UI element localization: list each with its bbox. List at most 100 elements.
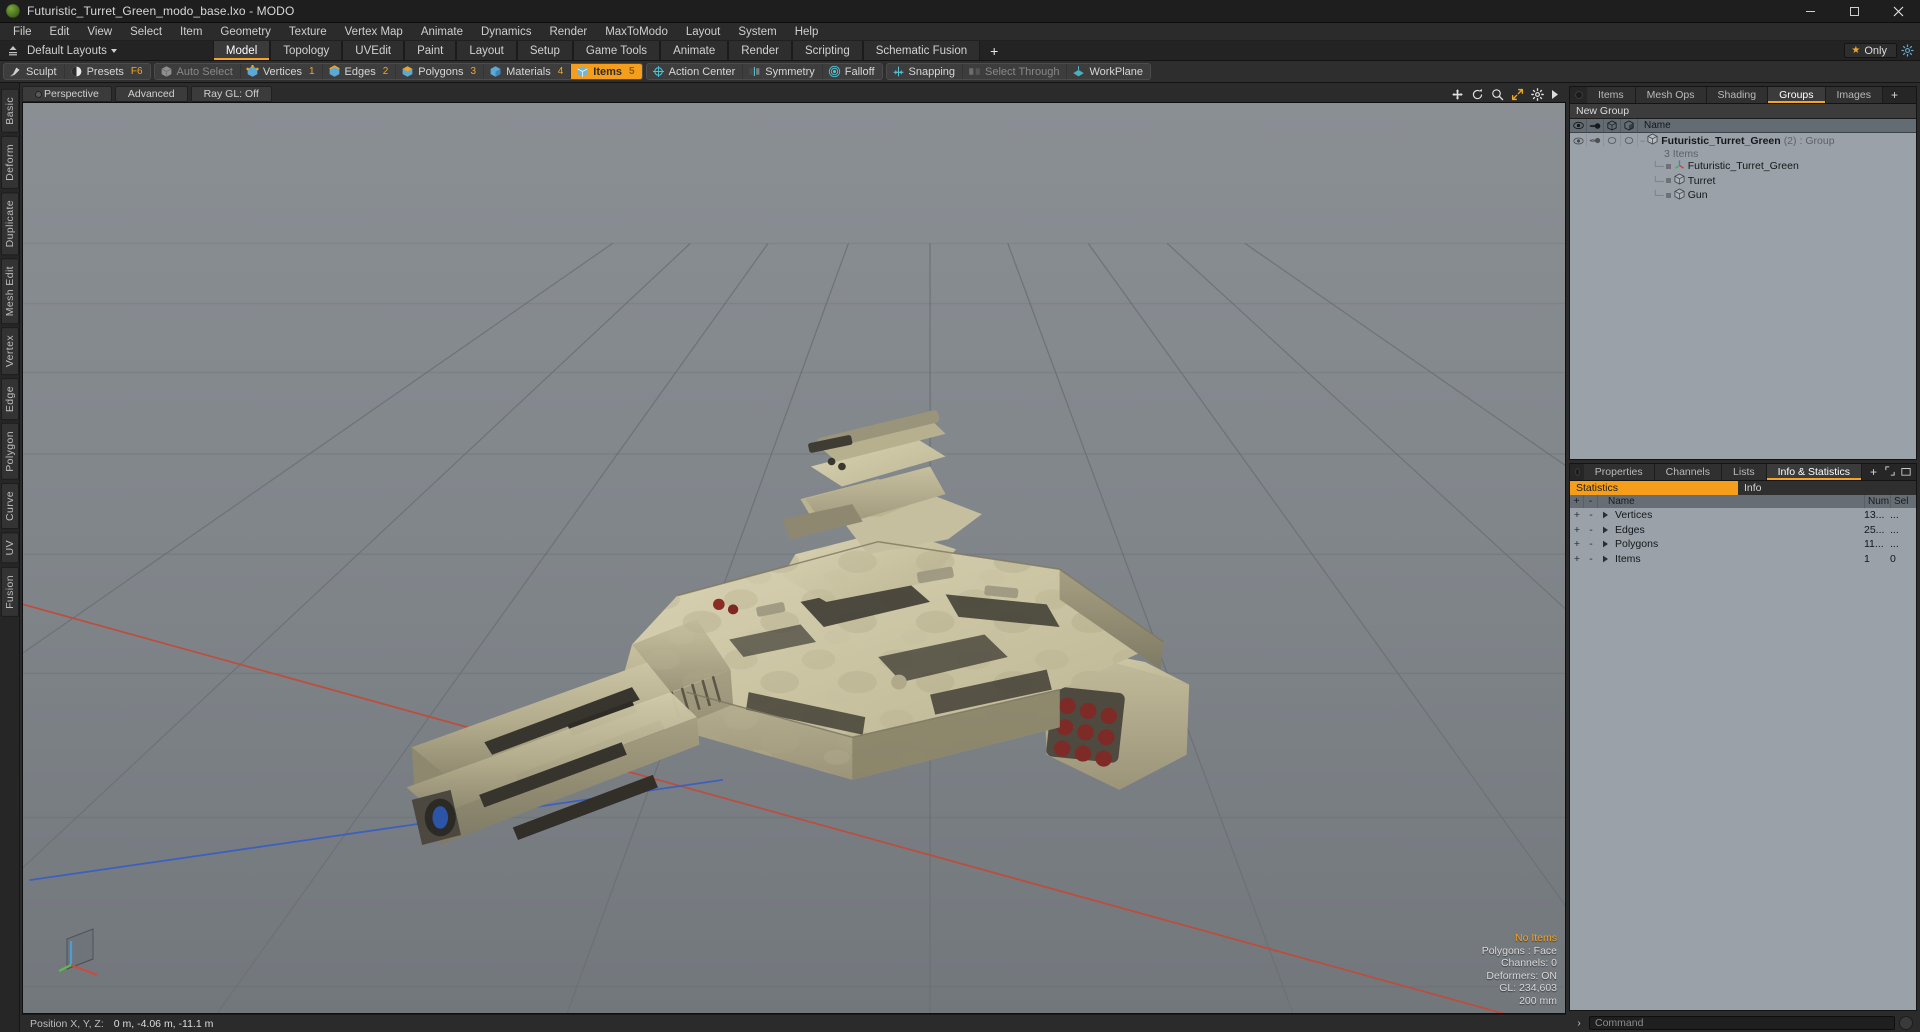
tree-row[interactable]: └─ Gun — [1570, 188, 1916, 203]
zoom-icon[interactable] — [1491, 88, 1504, 101]
toolbar-items-button[interactable]: Items 5 — [571, 64, 642, 79]
gear-icon[interactable] — [1901, 44, 1914, 57]
stats-panel-add-tab-button[interactable]: + — [1862, 464, 1885, 480]
minimize-button[interactable] — [1788, 0, 1832, 23]
stats-row-expand[interactable] — [1598, 511, 1612, 519]
layout-tab-animate[interactable]: Animate — [660, 41, 729, 60]
toolbar-edges-button[interactable]: Edges 2 — [323, 64, 397, 79]
groups-panel-add-tab-button[interactable]: + — [1883, 87, 1906, 103]
stats-row-add[interactable]: + — [1570, 553, 1584, 565]
groups-panel-tab-shading[interactable]: Shading — [1706, 87, 1769, 103]
toolbar-polygons-button[interactable]: Polygons 3 — [396, 64, 485, 79]
groups-panel-tab-groups[interactable]: Groups — [1768, 87, 1826, 103]
viewport-tab-advanced[interactable]: Advanced — [114, 86, 188, 102]
tool-tab-mesh-edit[interactable]: Mesh Edit — [0, 257, 19, 325]
move-icon[interactable] — [1451, 88, 1464, 101]
rotate-icon[interactable] — [1471, 88, 1484, 101]
menu-maxtomodo[interactable]: MaxToModo — [596, 23, 677, 41]
tree-expand-toggle[interactable]: − — [1640, 136, 1645, 146]
groups-panel-tab-mesh-ops[interactable]: Mesh Ops — [1635, 87, 1707, 103]
tool-tab-curve[interactable]: Curve — [0, 483, 19, 530]
toolbar-action-center-button[interactable]: Action Center — [647, 64, 744, 79]
menu-select[interactable]: Select — [121, 23, 171, 41]
viewport-tab-perspective[interactable]: Perspective — [22, 86, 112, 102]
stats-row-remove[interactable]: - — [1584, 538, 1598, 550]
toolbar-workplane-button[interactable]: WorkPlane — [1067, 64, 1150, 79]
subtab-statistics[interactable]: Statistics — [1570, 481, 1738, 495]
toolbar-materials-button[interactable]: Materials 4 — [484, 64, 572, 79]
tool-tab-duplicate[interactable]: Duplicate — [0, 191, 19, 255]
stats-row-remove[interactable]: - — [1584, 509, 1598, 521]
stats-panel-tab-channels[interactable]: Channels — [1654, 464, 1723, 480]
tool-tab-uv[interactable]: UV — [0, 532, 19, 564]
gear-icon[interactable] — [1531, 87, 1544, 101]
menu-layout[interactable]: Layout — [677, 23, 730, 41]
menu-file[interactable]: File — [4, 23, 41, 41]
layout-tab-paint[interactable]: Paint — [404, 41, 457, 60]
menu-texture[interactable]: Texture — [280, 23, 336, 41]
stats-row-expand[interactable] — [1598, 540, 1612, 548]
tool-tab-polygon[interactable]: Polygon — [0, 423, 19, 481]
layout-tab-game-tools[interactable]: Game Tools — [572, 41, 661, 60]
stats-panel-tab-properties[interactable]: Properties — [1583, 464, 1655, 480]
tool-tab-edge[interactable]: Edge — [0, 378, 19, 421]
layout-tab-topology[interactable]: Topology — [270, 41, 343, 60]
chevron-right-icon[interactable] — [1551, 89, 1560, 100]
command-status-icon[interactable] — [1899, 1016, 1913, 1030]
toolbar-select-through-button[interactable]: Select Through — [963, 64, 1068, 79]
menu-help[interactable]: Help — [786, 23, 828, 41]
toolbar-auto-select-button[interactable]: Auto Select — [155, 64, 241, 79]
stats-row-add[interactable]: + — [1570, 538, 1584, 550]
add-layout-tab-button[interactable]: + — [980, 41, 1009, 60]
tool-tab-vertex[interactable]: Vertex — [0, 327, 19, 376]
table-row[interactable]: + - Edges 25...... — [1570, 523, 1916, 538]
toolbar-vertices-button[interactable]: Vertices 1 — [241, 64, 323, 79]
wireframe-cube-icon[interactable] — [1604, 119, 1621, 132]
stats-table-body[interactable]: + - Vertices 13...... + - Edges 25...... + - Polyg… — [1570, 508, 1916, 1010]
toolbar-presets-button[interactable]: Presets F6 — [65, 64, 150, 79]
tool-tab-deform[interactable]: Deform — [0, 135, 19, 189]
tree-row[interactable]: └─ Futuristic_Turret_Green — [1570, 159, 1916, 174]
groups-panel-tab-items[interactable]: Items — [1587, 87, 1636, 103]
table-row[interactable]: + - Vertices 13...... — [1570, 508, 1916, 523]
tree-row[interactable]: └─ Turret — [1570, 173, 1916, 189]
tool-tab-fusion[interactable]: Fusion — [0, 566, 19, 617]
command-input[interactable] — [1589, 1016, 1895, 1030]
command-arrow-icon[interactable]: › — [1573, 1018, 1585, 1029]
table-row[interactable]: + - Items 1 0 — [1570, 552, 1916, 567]
toolbar-sculpt-button[interactable]: Sculpt — [4, 64, 65, 79]
row-shaded-toggle[interactable] — [1621, 134, 1638, 147]
group-name-row[interactable]: New Group — [1570, 104, 1916, 119]
layout-menu-icon[interactable] — [5, 43, 21, 59]
close-button[interactable] — [1876, 0, 1920, 23]
only-toggle-button[interactable]: ★ Only — [1844, 43, 1897, 58]
default-layouts-dropdown[interactable]: Default Layouts — [21, 45, 123, 57]
groups-panel-menu-dot[interactable] — [1575, 91, 1583, 99]
menu-render[interactable]: Render — [540, 23, 596, 41]
shaded-cube-icon[interactable] — [1621, 119, 1638, 132]
row-render-toggle[interactable] — [1587, 134, 1604, 147]
layout-tab-setup[interactable]: Setup — [516, 41, 573, 60]
menu-view[interactable]: View — [78, 23, 121, 41]
stats-row-remove[interactable]: - — [1584, 553, 1598, 565]
menu-system[interactable]: System — [729, 23, 785, 41]
popout-icon[interactable] — [1901, 463, 1911, 481]
stats-row-add[interactable]: + — [1570, 509, 1584, 521]
menu-item[interactable]: Item — [171, 23, 211, 41]
layout-tab-layout[interactable]: Layout — [456, 41, 517, 60]
layout-tab-render[interactable]: Render — [728, 41, 792, 60]
maximize-button[interactable] — [1832, 0, 1876, 23]
render-visibility-icon[interactable] — [1587, 119, 1604, 132]
toolbar-falloff-button[interactable]: Falloff — [823, 64, 882, 79]
menu-vertex-map[interactable]: Vertex Map — [336, 23, 412, 41]
stats-row-add[interactable]: + — [1570, 524, 1584, 536]
viewport-tab-ray-gl-off[interactable]: Ray GL: Off — [190, 86, 272, 102]
stats-panel-menu-dot[interactable] — [1575, 468, 1580, 476]
groups-panel-tab-images[interactable]: Images — [1825, 87, 1883, 103]
menu-animate[interactable]: Animate — [412, 23, 472, 41]
tool-tab-basic[interactable]: Basic — [0, 89, 19, 133]
layout-tab-uvedit[interactable]: UVEdit — [342, 41, 405, 60]
toolbar-symmetry-button[interactable]: Symmetry — [743, 64, 823, 79]
stats-panel-tab-lists[interactable]: Lists — [1722, 464, 1767, 480]
table-row[interactable]: + - Polygons 11...... — [1570, 537, 1916, 552]
